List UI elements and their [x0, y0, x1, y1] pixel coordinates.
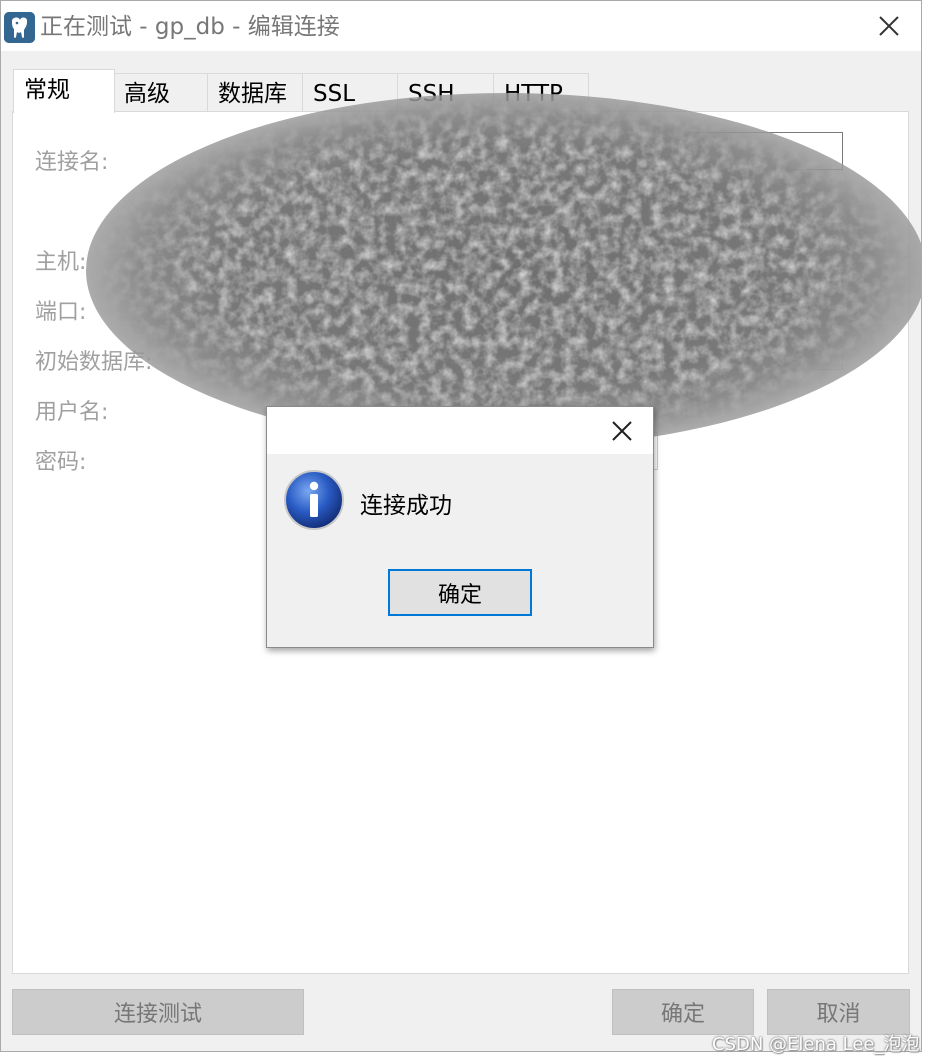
connection-success-dialog: 连接成功 确定 — [266, 406, 654, 648]
cancel-button[interactable]: 取消 — [767, 989, 910, 1035]
info-icon — [283, 469, 345, 531]
dialog-ok-button[interactable]: 确定 — [388, 569, 532, 616]
test-connection-button[interactable]: 连接测试 — [12, 989, 304, 1035]
tab-advanced[interactable]: 高级 — [113, 73, 208, 115]
tab-general[interactable]: 常规 — [13, 69, 115, 113]
window-title: 正在测试 - gp_db - 编辑连接 — [40, 14, 340, 40]
tab-database[interactable]: 数据库 — [207, 73, 303, 115]
title-bar: 正在测试 - gp_db - 编辑连接 — [1, 1, 921, 51]
host-label: 主机: — [35, 250, 87, 275]
port-label: 端口: — [35, 300, 87, 325]
username-label: 用户名: — [35, 400, 109, 425]
window-close-button[interactable] — [861, 1, 916, 51]
postgresql-elephant-icon — [4, 12, 35, 43]
redaction-blur — [86, 93, 921, 448]
dialog-title-bar — [267, 407, 653, 454]
dialog-message: 连接成功 — [360, 493, 452, 519]
ok-button[interactable]: 确定 — [612, 989, 754, 1035]
close-icon — [878, 16, 899, 36]
dialog-close-button[interactable] — [600, 409, 644, 453]
password-label: 密码: — [35, 450, 87, 475]
csdn-watermark: CSDN @Elena Lee_泡泡 — [712, 1034, 920, 1055]
connection-name-label: 连接名: — [35, 150, 109, 175]
close-icon — [612, 421, 632, 441]
